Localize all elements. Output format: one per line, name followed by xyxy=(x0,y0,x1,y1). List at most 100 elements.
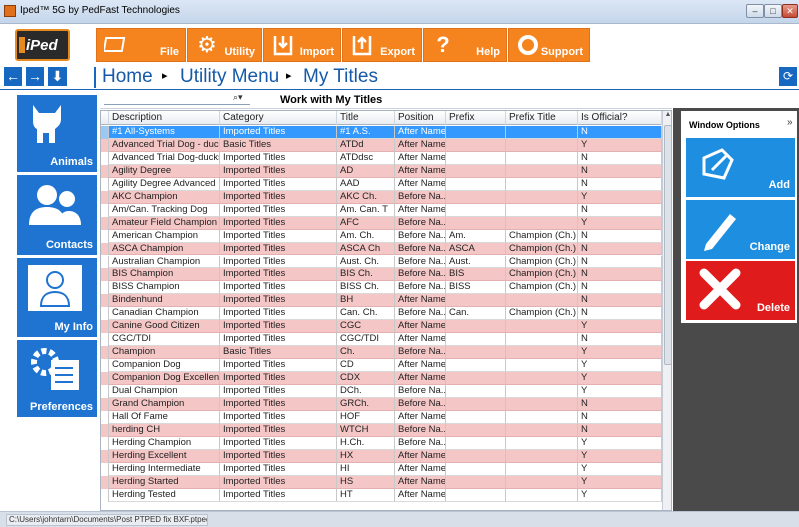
refresh-icon[interactable]: ⟳ xyxy=(779,67,797,86)
row-selector[interactable] xyxy=(101,449,109,463)
table-row[interactable]: Agility Degree Advanced Imported Titles AA… xyxy=(101,177,662,191)
row-selector[interactable] xyxy=(101,203,109,217)
row-selector[interactable] xyxy=(101,126,109,139)
column-header[interactable]: Title xyxy=(337,111,395,125)
sidebar-item-animals[interactable]: Animals xyxy=(17,95,97,172)
table-row[interactable]: Herding Started Imported Titles HS After Na… xyxy=(101,475,662,489)
sidebar-item-preferences[interactable]: Preferences xyxy=(17,340,97,417)
table-row[interactable]: Am/Can. Tracking Dog Imported Titles Am. C… xyxy=(101,203,662,217)
table-row[interactable]: AKC Champion Imported Titles AKC Ch. Before… xyxy=(101,190,662,204)
row-selector[interactable] xyxy=(101,333,109,347)
table-row[interactable]: Hall Of Fame Imported Titles HOF After Name… xyxy=(101,410,662,424)
row-selector[interactable] xyxy=(101,307,109,321)
delete-button[interactable]: Delete xyxy=(686,261,795,320)
table-row[interactable]: Herding Intermediate Imported Titles HI Aft… xyxy=(101,462,662,476)
table-row[interactable]: ASCA Champion Imported Titles ASCA Ch Befor… xyxy=(101,242,662,256)
table-row[interactable]: Companion Dog Imported Titles CD After Name… xyxy=(101,359,662,373)
row-selector[interactable] xyxy=(101,281,109,295)
titles-table: Description Category Title Position Prefix Pr… xyxy=(100,110,672,511)
download-arrow-icon[interactable]: ⬇ xyxy=(48,67,67,86)
table-row[interactable]: Agility Degree Imported Titles AD After Nam… xyxy=(101,164,662,178)
sidebar-item-contacts[interactable]: Contacts xyxy=(17,175,97,255)
table-row[interactable]: #1 All-Systems Imported Titles #1 A.S. Afte… xyxy=(101,126,662,139)
sidebar-item-my-info[interactable]: My Info xyxy=(17,258,97,337)
minimize-button[interactable]: – xyxy=(746,4,764,18)
table-row[interactable]: Herding Champion Imported Titles H.Ch. Befo… xyxy=(101,436,662,450)
row-selector[interactable] xyxy=(101,475,109,489)
column-header[interactable]: Position xyxy=(395,111,446,125)
table-row[interactable]: Dual Champion Imported Titles DCh. Before N… xyxy=(101,385,662,398)
help-button[interactable]: ? Help xyxy=(423,28,507,62)
row-selector[interactable] xyxy=(101,164,109,178)
file-button[interactable]: File xyxy=(96,28,186,62)
row-selector[interactable] xyxy=(101,216,109,230)
row-selector[interactable] xyxy=(101,268,109,282)
column-header[interactable]: Prefix xyxy=(446,111,506,125)
table-row[interactable]: Herding Tested Imported Titles HT After Nam… xyxy=(101,488,662,502)
row-selector[interactable] xyxy=(101,242,109,256)
table-row[interactable]: Canadian Champion Imported Titles Can. Ch.… xyxy=(101,307,662,321)
table-cell: Y xyxy=(578,216,662,230)
change-button[interactable]: Change xyxy=(686,200,795,259)
table-row[interactable]: BISS Champion Imported Titles BISS Ch. Befo… xyxy=(101,281,662,295)
row-selector[interactable] xyxy=(101,436,109,450)
row-selector[interactable] xyxy=(101,346,109,360)
support-button[interactable]: Support xyxy=(508,28,590,62)
add-button[interactable]: Add xyxy=(686,138,795,197)
table-row[interactable]: Australian Champion Imported Titles Aust. … xyxy=(101,255,662,269)
row-selector[interactable] xyxy=(101,229,109,243)
table-row[interactable]: Amateur Field Champion Imported Titles AFC… xyxy=(101,216,662,230)
table-row[interactable]: Canine Good Citizen Imported Titles CGC Aft… xyxy=(101,320,662,334)
import-button[interactable]: Import xyxy=(263,28,341,62)
table-row[interactable]: Advanced Trial Dog-ducks,sh...Imported T… xyxy=(101,151,662,165)
table-cell: Champion (Ch.) xyxy=(506,242,578,256)
row-selector[interactable] xyxy=(101,462,109,476)
search-icon[interactable]: ⌕▾ xyxy=(233,92,243,103)
back-arrow-icon[interactable]: ← xyxy=(4,67,22,86)
utility-button[interactable]: ⚙ Utility xyxy=(187,28,262,62)
forward-arrow-icon[interactable]: → xyxy=(26,67,44,86)
row-selector[interactable] xyxy=(101,488,109,502)
column-header[interactable]: Description xyxy=(109,111,220,125)
breadcrumb-home[interactable]: Home xyxy=(102,66,153,88)
row-selector[interactable] xyxy=(101,385,109,398)
export-button[interactable]: Export xyxy=(342,28,422,62)
table-row[interactable]: Herding Excellent Imported Titles HX After … xyxy=(101,449,662,463)
scrollbar-thumb[interactable] xyxy=(664,125,671,365)
collapse-icon[interactable]: » xyxy=(787,117,793,128)
table-row[interactable]: American Champion Imported Titles Am. Ch. B… xyxy=(101,229,662,243)
row-selector[interactable] xyxy=(101,190,109,204)
table-row[interactable]: Champion Basic Titles Ch. Before Na... Y xyxy=(101,346,662,360)
table-row[interactable]: herding CH Imported Titles WTCH Before Na..… xyxy=(101,423,662,437)
table-row[interactable]: Bindenhund Imported Titles BH After Name N xyxy=(101,294,662,308)
table-cell: Amateur Field Champion xyxy=(109,216,220,230)
table-row[interactable]: CGC/TDI Imported Titles CGC/TDI After Name N xyxy=(101,333,662,347)
table-cell: After Name xyxy=(395,488,446,502)
table-row[interactable]: Grand Champion Imported Titles GRCh. Before… xyxy=(101,397,662,411)
row-selector[interactable] xyxy=(101,397,109,411)
table-cell: Australian Champion xyxy=(109,255,220,269)
column-header[interactable]: Category xyxy=(220,111,337,125)
breadcrumb-utility-menu[interactable]: Utility Menu xyxy=(180,66,279,88)
row-selector[interactable] xyxy=(101,423,109,437)
breadcrumb-my-titles[interactable]: My Titles xyxy=(303,66,378,88)
search-input[interactable] xyxy=(104,93,250,105)
table-row[interactable]: BIS Champion Imported Titles BIS Ch. Before… xyxy=(101,268,662,282)
column-header[interactable]: Prefix Title xyxy=(506,111,578,125)
row-selector[interactable] xyxy=(101,410,109,424)
row-selector[interactable] xyxy=(101,320,109,334)
table-row[interactable]: Advanced Trial Dog - ducks (...Basic Tit… xyxy=(101,138,662,152)
scroll-up-icon[interactable]: ▲ xyxy=(663,111,671,121)
close-button[interactable]: ✕ xyxy=(782,4,798,18)
maximize-button[interactable]: □ xyxy=(764,4,782,18)
row-selector[interactable] xyxy=(101,294,109,308)
table-row[interactable]: Companion Dog Excellent Imported Titles CD… xyxy=(101,372,662,385)
row-selector[interactable] xyxy=(101,255,109,269)
row-selector[interactable] xyxy=(101,359,109,373)
row-selector[interactable] xyxy=(101,372,109,385)
vertical-scrollbar[interactable]: ▲ xyxy=(662,111,671,510)
row-selector[interactable] xyxy=(101,138,109,152)
row-selector[interactable] xyxy=(101,151,109,165)
column-header[interactable]: Is Official? xyxy=(578,111,662,125)
row-selector[interactable] xyxy=(101,177,109,191)
